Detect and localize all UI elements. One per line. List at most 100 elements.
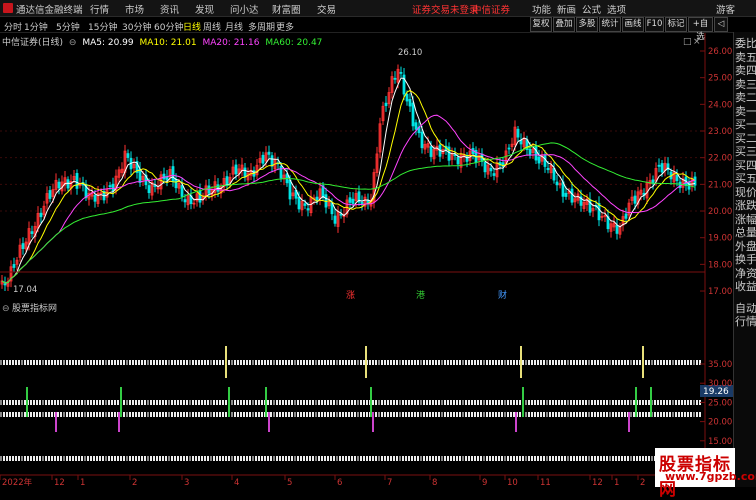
- indicator-stripe-2: [546, 400, 548, 405]
- indicator-stripe-1: [594, 360, 596, 365]
- indicator-stripe-2: [663, 400, 665, 405]
- side-panel-item[interactable]: 卖三: [735, 78, 756, 91]
- side-panel-item[interactable]: 卖五: [735, 51, 756, 64]
- indicator-stripe-4: [636, 456, 638, 461]
- indicator-stripe-2: [510, 400, 512, 405]
- kline-chart[interactable]: 26.10 17.04 □ × 涨 港 财 ⊖ 股票指标网 19.26 26.0…: [0, 0, 733, 487]
- indicator-stripe-4: [369, 456, 371, 461]
- indicator-stripe-1: [57, 360, 59, 365]
- indicator-stripe-1: [537, 360, 539, 365]
- indicator-stripe-3: [474, 412, 476, 417]
- indicator-stripe-1: [684, 360, 686, 365]
- indicator-toggle-icon[interactable]: ⊖: [2, 304, 10, 314]
- indicator-stripe-2: [366, 400, 368, 405]
- date-axis-label: 6: [337, 478, 342, 487]
- side-panel-item[interactable]: 卖一: [735, 105, 756, 118]
- side-panel-item[interactable]: 现价: [735, 186, 756, 199]
- indicator-stripe-2: [39, 400, 41, 405]
- side-panel-item[interactable]: 净资: [735, 267, 756, 280]
- indicator-stripe-2: [429, 400, 431, 405]
- indicator-stripe-3: [549, 412, 551, 417]
- indicator-stripe-3: [171, 412, 173, 417]
- indicator-stripe-2: [588, 400, 590, 405]
- side-panel-item[interactable]: 卖四: [735, 65, 756, 77]
- indicator-stripe-4: [213, 456, 215, 461]
- side-panel-item[interactable]: 行情: [735, 316, 756, 328]
- indicator-stripe-4: [108, 456, 110, 461]
- indicator-stripe-1: [30, 360, 32, 365]
- watermark-line2: www.7gpzb.com: [665, 470, 756, 483]
- indicator-stripe-4: [177, 456, 179, 461]
- side-panel-item[interactable]: 买四: [735, 159, 756, 172]
- side-panel-item[interactable]: 涨跌: [735, 200, 756, 212]
- indicator-stripe-3: [498, 412, 500, 417]
- candle-body: [615, 224, 619, 234]
- close-chart-icon[interactable]: ×: [693, 37, 701, 47]
- indicator-stripe-3: [582, 412, 584, 417]
- indicator-stripe-4: [72, 456, 74, 461]
- indicator-stripe-1: [123, 360, 125, 365]
- indicator-stripe-4: [321, 456, 323, 461]
- maximize-icon[interactable]: □: [683, 37, 692, 47]
- side-panel-item[interactable]: 外盘: [735, 240, 756, 253]
- indicator-stripe-1: [291, 360, 293, 365]
- indicator-stripe-2: [99, 400, 101, 405]
- event-marker-zhang[interactable]: 涨: [346, 290, 355, 301]
- side-panel-item[interactable]: 买五: [735, 173, 756, 185]
- indicator-stripe-3: [558, 412, 560, 417]
- indicator-stripe-2: [444, 400, 446, 405]
- indicator-stripe-4: [48, 456, 50, 461]
- indicator-stripe-1: [24, 360, 26, 365]
- indicator-stripe-2: [564, 400, 566, 405]
- indicator-stripe-2: [573, 400, 575, 405]
- indicator-stripe-2: [507, 400, 509, 405]
- indicator-stripe-2: [357, 400, 359, 405]
- indicator-stripe-3: [633, 412, 635, 417]
- indicator-stripe-2: [177, 400, 179, 405]
- indicator-stripe-3: [336, 412, 338, 417]
- indicator-stripe-4: [453, 456, 455, 461]
- indicator-stripe-2: [450, 400, 452, 405]
- side-panel-item[interactable]: 买一: [735, 119, 756, 131]
- indicator-axis-label: 35.00: [708, 360, 732, 370]
- indicator-stripe-1: [591, 360, 593, 365]
- indicator-stripe-3: [144, 412, 146, 417]
- indicator-stripe-3: [363, 412, 365, 417]
- indicator-stripe-2: [144, 400, 146, 405]
- magenta-signal-bar: [372, 412, 374, 432]
- indicator-stripe-2: [159, 400, 161, 405]
- event-marker-gang[interactable]: 港: [416, 289, 425, 301]
- side-panel-item[interactable]: 自动: [735, 302, 756, 315]
- indicator-stripe-3: [588, 412, 590, 417]
- indicator-stripe-2: [399, 400, 401, 405]
- indicator-stripe-1: [168, 360, 170, 365]
- indicator-stripe-2: [138, 400, 140, 405]
- indicator-stripe-1: [399, 360, 401, 365]
- date-axis-label: 11: [540, 478, 551, 487]
- indicator-stripe-1: [318, 360, 320, 365]
- side-panel-item[interactable]: 买三: [735, 146, 756, 158]
- side-panel-item[interactable]: 卖二: [735, 92, 756, 104]
- indicator-stripe-4: [480, 456, 482, 461]
- side-panel-item[interactable]: 买二: [735, 132, 756, 145]
- indicator-stripe-2: [519, 400, 521, 405]
- indicator-stripe-1: [111, 360, 113, 365]
- side-panel-item[interactable]: 换手: [735, 254, 756, 266]
- indicator-stripe-2: [69, 400, 71, 405]
- indicator-stripe-1: [276, 360, 278, 365]
- magenta-signal-bar: [628, 412, 630, 432]
- side-panel-item[interactable]: 总量: [735, 227, 756, 239]
- indicator-stripe-2: [192, 400, 194, 405]
- indicator-stripe-1: [558, 360, 560, 365]
- side-panel-item[interactable]: 收益: [735, 281, 756, 293]
- indicator-stripe-3: [696, 412, 698, 417]
- side-panel-item[interactable]: 涨幅: [735, 213, 756, 226]
- indicator-stripe-4: [450, 456, 452, 461]
- indicator-stripe-2: [657, 400, 659, 405]
- event-marker-cai[interactable]: 财: [498, 289, 507, 301]
- side-panel-item[interactable]: 委比: [735, 38, 756, 50]
- date-axis-label: 7: [387, 478, 392, 487]
- indicator-stripe-2: [681, 400, 683, 405]
- indicator-stripe-4: [333, 456, 335, 461]
- indicator-stripe-1: [18, 360, 20, 365]
